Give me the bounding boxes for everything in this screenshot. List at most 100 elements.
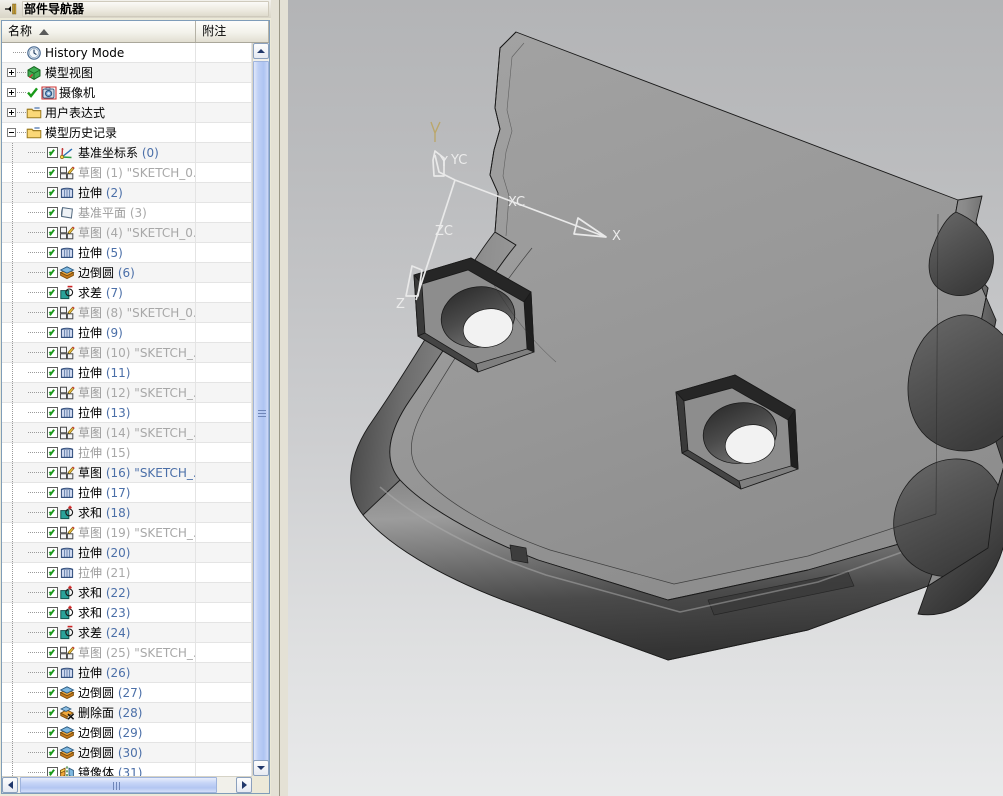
- feature-checkbox[interactable]: [47, 707, 58, 718]
- tree-row-note-cell[interactable]: [196, 102, 252, 123]
- tree-row-name-cell[interactable]: 基准平面 (3): [2, 202, 197, 223]
- collapse-node-button[interactable]: [7, 127, 16, 137]
- tree-row-note-cell[interactable]: [196, 342, 252, 363]
- tree-row[interactable]: 拉伸 (2): [2, 182, 252, 203]
- feature-checkbox[interactable]: [47, 587, 58, 598]
- tree-row-note-cell[interactable]: [196, 302, 252, 323]
- tree-row-name-cell[interactable]: 删除面 (28): [2, 702, 197, 723]
- tree-row-name-cell[interactable]: 草图 (14) "SKETCH_...: [2, 422, 197, 443]
- tree-row-name-cell[interactable]: 边倒圆 (30): [2, 742, 197, 763]
- tree-row-name-cell[interactable]: 摄像机: [2, 82, 197, 103]
- tree-row[interactable]: 基准平面 (3): [2, 202, 252, 223]
- tree-row-note-cell[interactable]: [196, 462, 252, 483]
- feature-checkbox[interactable]: [47, 667, 58, 678]
- tree-row-name-cell[interactable]: 草图 (25) "SKETCH_...: [2, 642, 197, 663]
- tree-row-note-cell[interactable]: [196, 582, 252, 603]
- tree-vertical-scrollbar[interactable]: [252, 43, 269, 776]
- tree-row-name-cell[interactable]: 求差 (24): [2, 622, 197, 643]
- tree-row[interactable]: 拉伸 (9): [2, 322, 252, 343]
- tree-row[interactable]: 求和 (23): [2, 602, 252, 623]
- tree-row[interactable]: 边倒圆 (30): [2, 742, 252, 763]
- tree-row-note-cell[interactable]: [196, 182, 252, 203]
- tree-row-name-cell[interactable]: 拉伸 (13): [2, 402, 197, 423]
- tree-row-note-cell[interactable]: [196, 662, 252, 683]
- tree-row-note-cell[interactable]: [196, 142, 252, 163]
- tree-row-note-cell[interactable]: [196, 282, 252, 303]
- tree-row[interactable]: 求和 (22): [2, 582, 252, 603]
- tree-row-note-cell[interactable]: [196, 322, 252, 343]
- tree-row-note-cell[interactable]: [196, 422, 252, 443]
- feature-checkbox[interactable]: [47, 467, 58, 478]
- tree-row-note-cell[interactable]: [196, 482, 252, 503]
- feature-checkbox[interactable]: [47, 147, 58, 158]
- tree-row-note-cell[interactable]: [196, 502, 252, 523]
- column-header-name[interactable]: 名称: [2, 21, 197, 42]
- tree-row[interactable]: 拉伸 (15): [2, 442, 252, 463]
- scroll-right-button[interactable]: [236, 777, 252, 793]
- feature-checkbox[interactable]: [47, 427, 58, 438]
- tree-row-note-cell[interactable]: [196, 442, 252, 463]
- tree-row-note-cell[interactable]: [196, 242, 252, 263]
- tree-row-name-cell[interactable]: 边倒圆 (6): [2, 262, 197, 283]
- tree-row[interactable]: 求和 (18): [2, 502, 252, 523]
- tree-row-name-cell[interactable]: 草图 (8) "SKETCH_0...: [2, 302, 197, 323]
- feature-checkbox[interactable]: [47, 207, 58, 218]
- tree-row[interactable]: 求差 (24): [2, 622, 252, 643]
- suppression-check-icon[interactable]: [26, 86, 39, 99]
- tree-row[interactable]: 边倒圆 (6): [2, 262, 252, 283]
- feature-checkbox[interactable]: [47, 687, 58, 698]
- tree-row[interactable]: 草图 (12) "SKETCH_...: [2, 382, 252, 403]
- tree-row-name-cell[interactable]: 边倒圆 (29): [2, 722, 197, 743]
- tree-row[interactable]: 拉伸 (17): [2, 482, 252, 503]
- tree-row-name-cell[interactable]: History Mode: [2, 43, 197, 63]
- tree-row[interactable]: 草图 (25) "SKETCH_...: [2, 642, 252, 663]
- tree-row-name-cell[interactable]: 模型历史记录: [2, 122, 197, 143]
- tree-row-name-cell[interactable]: 用户表达式: [2, 102, 197, 123]
- tree-row-note-cell[interactable]: [196, 162, 252, 183]
- feature-checkbox[interactable]: [47, 167, 58, 178]
- tree-row-name-cell[interactable]: 拉伸 (15): [2, 442, 197, 463]
- tree-row-name-cell[interactable]: 草图 (12) "SKETCH_...: [2, 382, 197, 403]
- feature-checkbox[interactable]: [47, 307, 58, 318]
- feature-checkbox[interactable]: [47, 267, 58, 278]
- tree-row-note-cell[interactable]: [196, 262, 252, 283]
- tree-row[interactable]: 求差 (7): [2, 282, 252, 303]
- tree-row-name-cell[interactable]: 镜像体 (31): [2, 762, 197, 776]
- scroll-left-button[interactable]: [2, 777, 18, 793]
- tree-row-note-cell[interactable]: [196, 202, 252, 223]
- tree-row-note-cell[interactable]: [196, 742, 252, 763]
- tree-row-name-cell[interactable]: 草图 (10) "SKETCH_...: [2, 342, 197, 363]
- tree-row-name-cell[interactable]: 拉伸 (9): [2, 322, 197, 343]
- feature-checkbox[interactable]: [47, 287, 58, 298]
- tree-row-note-cell[interactable]: [196, 762, 252, 776]
- tree-row-note-cell[interactable]: [196, 722, 252, 743]
- tree-row-name-cell[interactable]: 求差 (7): [2, 282, 197, 303]
- tree-row[interactable]: 基准坐标系 (0): [2, 142, 252, 163]
- tree-row-note-cell[interactable]: [196, 362, 252, 383]
- tree-row[interactable]: 草图 (14) "SKETCH_...: [2, 422, 252, 443]
- feature-checkbox[interactable]: [47, 607, 58, 618]
- scroll-up-button[interactable]: [253, 43, 269, 59]
- tree-row-name-cell[interactable]: 拉伸 (21): [2, 562, 197, 583]
- tree-row[interactable]: 草图 (10) "SKETCH_...: [2, 342, 252, 363]
- tree-row[interactable]: 用户表达式: [2, 102, 252, 123]
- tree-row-name-cell[interactable]: 拉伸 (11): [2, 362, 197, 383]
- tree-row-name-cell[interactable]: 求和 (22): [2, 582, 197, 603]
- tree-row[interactable]: 草图 (16) "SKETCH_...: [2, 462, 252, 483]
- feature-checkbox[interactable]: [47, 447, 58, 458]
- tree-row-note-cell[interactable]: [196, 43, 252, 63]
- tree-row-note-cell[interactable]: [196, 222, 252, 243]
- tree-row[interactable]: 摄像机: [2, 82, 252, 103]
- tree-row[interactable]: 拉伸 (13): [2, 402, 252, 423]
- tree-row-name-cell[interactable]: 边倒圆 (27): [2, 682, 197, 703]
- feature-checkbox[interactable]: [47, 547, 58, 558]
- tree-row-note-cell[interactable]: [196, 562, 252, 583]
- feature-checkbox[interactable]: [47, 387, 58, 398]
- tree-row-name-cell[interactable]: 模型视图: [2, 62, 197, 83]
- feature-checkbox[interactable]: [47, 227, 58, 238]
- tree-horizontal-scrollbar[interactable]: [2, 776, 252, 793]
- feature-checkbox[interactable]: [47, 327, 58, 338]
- graphics-viewport[interactable]: Y YC XC X ZC Z UG爱好者 WWW.UGSNX.COM: [288, 0, 1003, 796]
- feature-checkbox[interactable]: [47, 647, 58, 658]
- feature-checkbox[interactable]: [47, 627, 58, 638]
